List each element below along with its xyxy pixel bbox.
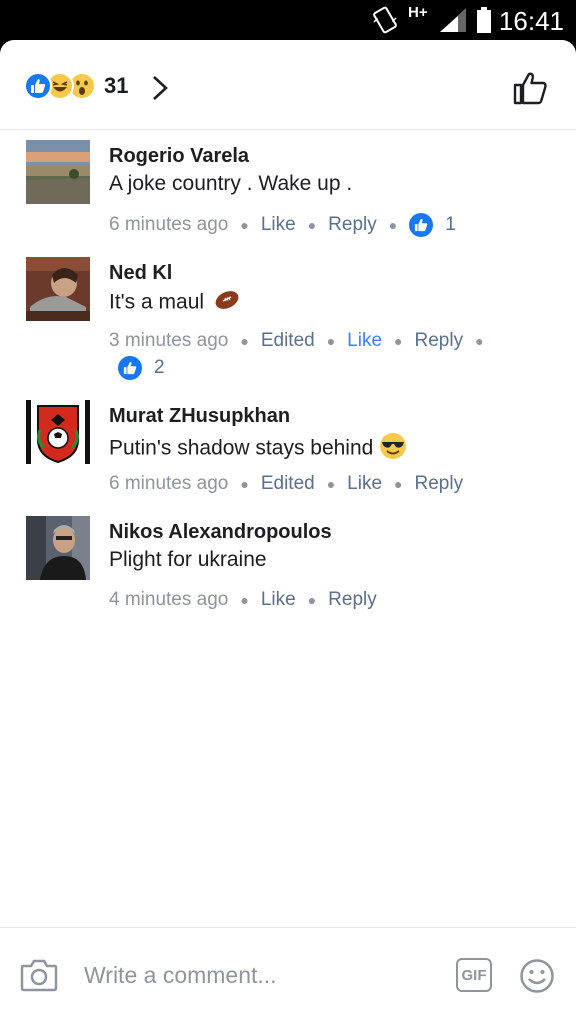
comment-text-content: Putin's shadow stays behind (109, 436, 374, 460)
edited-link[interactable]: Edited (261, 473, 315, 495)
commenter-name[interactable]: Murat ZHusupkhan (109, 405, 290, 428)
comments-sheet: 31 Rogerio Varela A joke country . Wake … (0, 40, 576, 1024)
like-link[interactable]: Like (347, 330, 382, 352)
comment-meta: 3 minutes ago ● Edited ● Like ● Reply ● (109, 330, 496, 352)
chevron-right-icon[interactable] (150, 74, 170, 107)
like-count[interactable]: 2 (154, 357, 165, 379)
separator-dot: ● (326, 476, 336, 492)
status-bar: H+ 16:41 (0, 0, 576, 40)
like-reaction-icon (24, 72, 52, 100)
battery-icon (476, 6, 492, 39)
separator-dot: ● (240, 333, 249, 349)
reply-link[interactable]: Reply (328, 589, 377, 611)
avatar[interactable] (26, 140, 90, 204)
network-type: H+ (408, 4, 428, 21)
comment-text: Putin's shadow stays behind (109, 432, 407, 466)
comment-text: A joke country . Wake up . (109, 172, 353, 195)
clock: 16:41 (498, 6, 564, 36)
commenter-name[interactable]: Ned Kl (109, 262, 172, 285)
avatar[interactable] (26, 257, 90, 321)
sunglasses-emoji-icon (379, 432, 407, 466)
like-link[interactable]: Like (261, 589, 296, 611)
reaction-count: 31 (104, 73, 129, 98)
vibrate-icon (372, 6, 398, 39)
gif-icon[interactable]: GIF (456, 958, 492, 992)
separator-dot: ● (394, 476, 403, 492)
reply-link[interactable]: Reply (415, 473, 464, 495)
smiley-icon[interactable] (519, 958, 555, 999)
reply-link[interactable]: Reply (328, 214, 377, 236)
comment-time: 3 minutes ago (109, 330, 229, 351)
separator-dot: ● (475, 333, 484, 349)
commenter-name[interactable]: Nikos Alexandropoulos (109, 521, 332, 544)
like-count-icon (118, 356, 142, 380)
separator-dot: ● (240, 476, 249, 492)
comment-meta: 6 minutes ago ● Like ● Reply ● 1 (109, 213, 456, 237)
comment-time: 4 minutes ago (109, 589, 229, 610)
thumbs-up-icon[interactable] (512, 70, 548, 111)
comment-time: 6 minutes ago (109, 473, 229, 494)
like-count-icon (409, 213, 434, 237)
separator-dot: ● (240, 217, 249, 233)
separator-dot: ● (307, 217, 317, 233)
comment-meta: 4 minutes ago ● Like ● Reply (109, 589, 377, 611)
reactions-summary[interactable]: 31 (24, 72, 128, 100)
signal-icon (438, 6, 468, 39)
comment-text-content: It's a maul (109, 290, 205, 314)
edited-link[interactable]: Edited (261, 330, 315, 352)
comment-input[interactable]: Write a comment... (84, 962, 277, 989)
reply-link[interactable]: Reply (415, 330, 464, 352)
like-link[interactable]: Like (347, 473, 382, 495)
avatar[interactable] (26, 516, 90, 580)
reactions-header: 31 (0, 40, 576, 130)
football-emoji-icon (214, 289, 240, 317)
separator-dot: ● (307, 592, 317, 608)
separator-dot: ● (326, 333, 336, 349)
separator-dot: ● (240, 592, 249, 608)
comment-time: 6 minutes ago (109, 214, 229, 235)
like-link[interactable]: Like (261, 214, 296, 236)
comment-composer: Write a comment... GIF (0, 927, 576, 1024)
separator-dot: ● (388, 217, 398, 233)
avatar[interactable] (26, 400, 90, 464)
commenter-name[interactable]: Rogerio Varela (109, 145, 249, 168)
comment-likes-row: 2 (118, 356, 165, 380)
camera-icon[interactable] (20, 958, 58, 997)
comment-meta: 6 minutes ago ● Edited ● Like ● Reply (109, 473, 463, 495)
comment-text: It's a maul (109, 289, 240, 317)
like-count[interactable]: 1 (445, 214, 456, 236)
comment-text: Plight for ukraine (109, 548, 267, 571)
separator-dot: ● (394, 333, 403, 349)
